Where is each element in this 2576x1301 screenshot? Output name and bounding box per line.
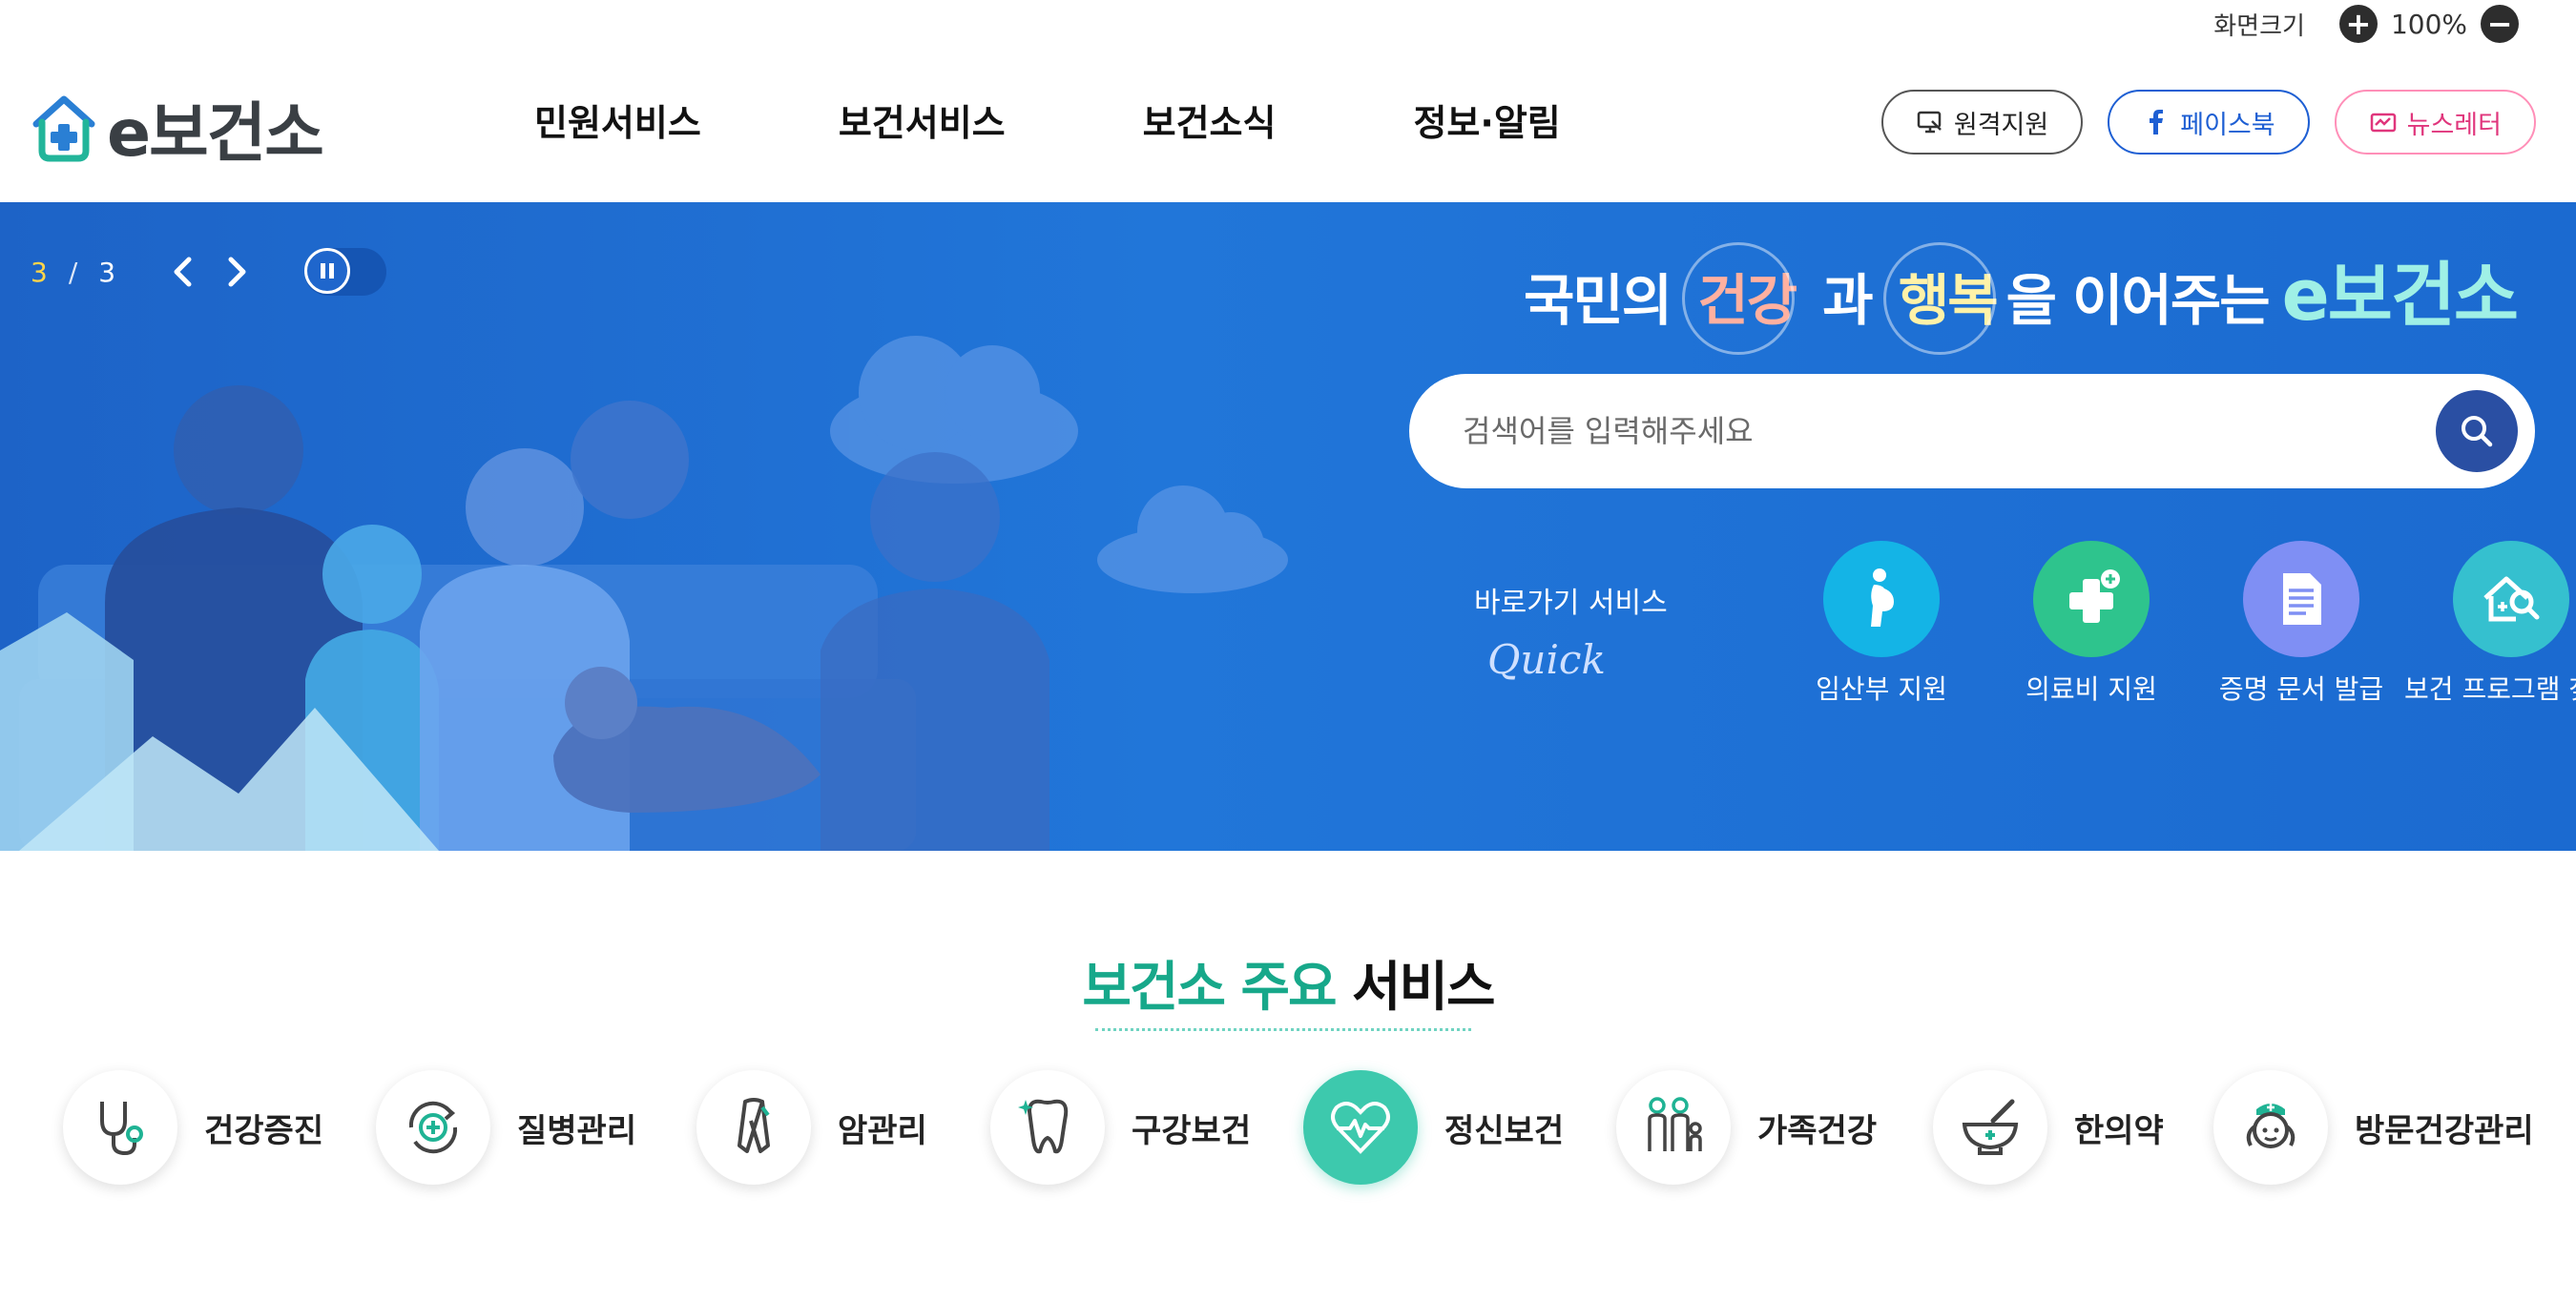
pause-icon [304,248,351,294]
services-title-underline [1095,1028,1471,1031]
screen-size-label: 화면크기 [2213,11,2305,41]
slide-total: 3 [98,256,116,288]
nav-item-civil-service[interactable]: 민원서비스 [534,93,701,146]
service-mental-health[interactable]: 정신보건 [1303,1070,1564,1185]
service-family-health[interactable]: 가족건강 [1616,1070,1877,1185]
mortar-icon [1962,1099,2019,1155]
nav-item-health-service[interactable]: 보건서비스 [839,93,1006,146]
quick-services: 바로가기 서비스 Quick 임산부 지원 의료비 지원 증명 문서 발급 보건… [1474,541,2576,732]
logo-text: e보건소 [107,96,324,172]
services-list: 건강증진 질병관리 암관리 구강보건 정신보건 가족건강 한의약 방문건강관리 [63,1070,2563,1204]
cycle-plus-icon [408,1101,458,1154]
slide-current: 3 [31,256,48,288]
quick-item-medical-cost[interactable]: 의료비 지원 [1982,541,2201,707]
logo-house-icon [32,95,95,161]
services-title: 보건소 주요 서비스 [1082,957,1495,1019]
next-slide-button[interactable] [217,251,259,293]
hero-tagline: 국민의 건강 과 행복 을 이어주는 e보건소 [1516,238,2519,355]
family-illustration [0,336,1288,851]
service-disease-control[interactable]: 질병관리 [376,1070,636,1185]
zoom-in-button[interactable]: + [2338,5,2378,43]
nav-item-health-news[interactable]: 보건소식 [1143,93,1277,146]
slide-controls: 3 / 3 [31,248,387,296]
facebook-button[interactable]: 페이스북 [2108,90,2310,155]
medical-plus-icon [2069,569,2120,623]
quick-script: Quick [1487,636,1606,683]
heart-pulse-icon [1331,1102,1390,1154]
slide-separator: / [68,256,78,288]
pause-slide-toggle[interactable] [304,248,387,296]
screen-size-control: 화면크기 + 100% − [2213,0,2519,48]
home-search-icon [2483,576,2540,622]
newsletter-icon [2370,113,2396,133]
ribbon-icon [737,1098,770,1153]
zoom-out-button[interactable]: − [2481,5,2519,43]
header-buttons: 원격지원 페이스북 뉴스레터 [1880,90,2536,155]
quick-item-certificate[interactable]: 증명 문서 발급 [2192,541,2411,707]
service-health-promotion[interactable]: 건강증진 [63,1070,323,1185]
facebook-icon [2150,110,2164,134]
prev-slide-button[interactable] [161,251,203,293]
hero-banner: 3 / 3 국민의 건강 과 행복 을 이어주는 e보건소 바로가기 서비스 Q… [0,202,2576,851]
service-oral-health[interactable]: 구강보건 [990,1070,1251,1185]
chevron-right-icon [228,257,246,287]
remote-support-button[interactable]: 원격지원 [1880,90,2084,155]
newsletter-button[interactable]: 뉴스레터 [2334,90,2536,155]
search-input[interactable] [1463,413,2417,449]
site-header: e보건소 민원서비스 보건서비스 보건소식 정보·알림 원격지원 페이스북 뉴스… [0,57,2576,200]
stethoscope-icon [100,1102,143,1156]
pregnant-icon [1871,568,1894,627]
quick-label: 바로가기 서비스 [1474,587,1668,620]
monitor-icon [1917,111,1942,134]
nurse-icon [2246,1104,2296,1148]
search-box [1409,374,2535,488]
chevron-left-icon [174,257,192,287]
search-button[interactable] [2436,390,2518,472]
service-cancer-care[interactable]: 암관리 [696,1070,927,1185]
tooth-icon [1018,1099,1069,1154]
document-icon [2283,573,2321,625]
search-icon [2462,416,2493,447]
quick-item-pregnant[interactable]: 임산부 지원 [1772,541,1991,707]
nav-item-info-notice[interactable]: 정보·알림 [1413,93,1560,146]
main-nav: 민원서비스 보건서비스 보건소식 정보·알림 [534,93,1561,146]
service-home-visit-care[interactable]: 방문건강관리 [2213,1070,2534,1185]
quick-item-program-search[interactable]: 보건 프로그램 찾기 [2401,541,2576,707]
site-logo[interactable]: e보건소 [29,80,324,175]
service-korean-medicine[interactable]: 한의약 [1933,1070,2164,1185]
zoom-level: 100% [2390,8,2467,40]
family-icon [1648,1097,1702,1151]
